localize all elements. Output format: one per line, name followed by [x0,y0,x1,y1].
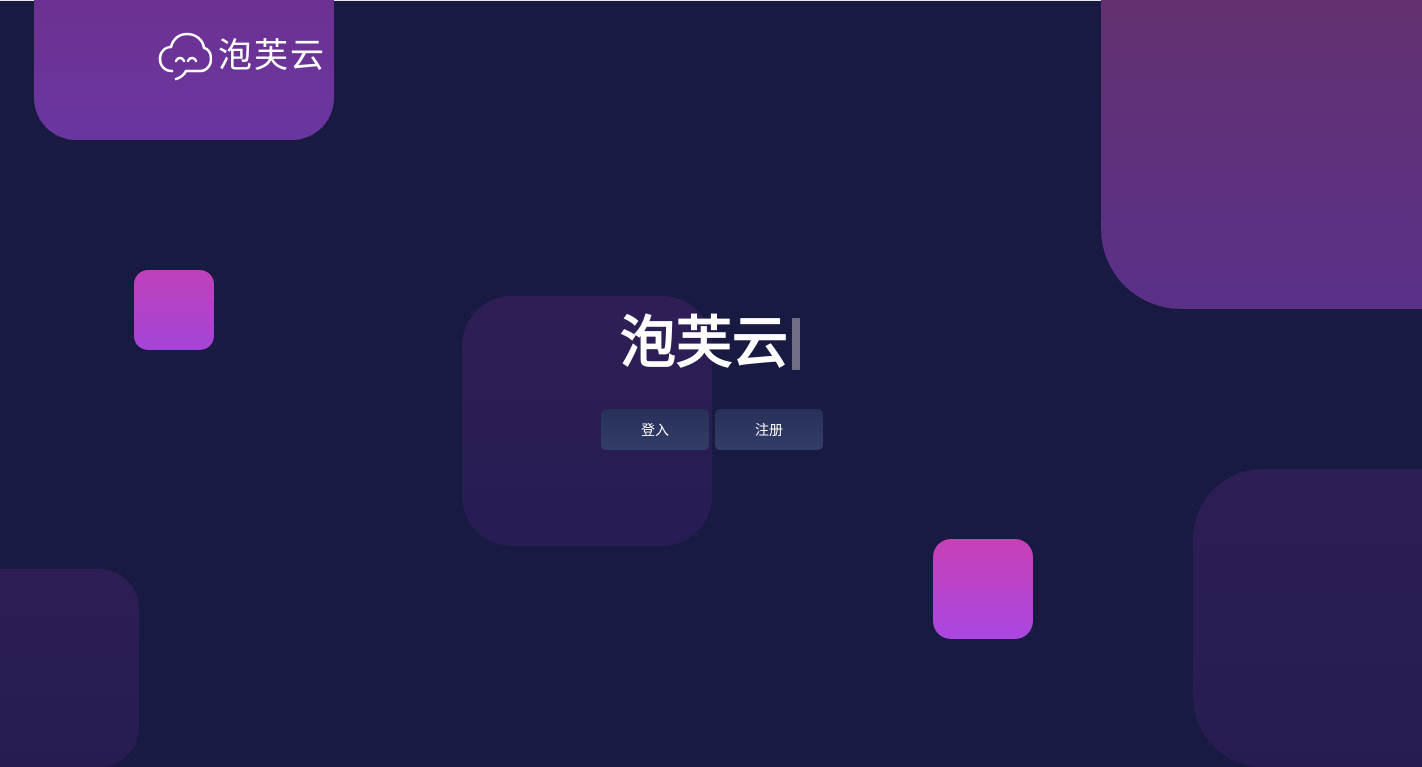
login-button[interactable]: 登入 [601,409,709,450]
brand-name: 泡芙云 [218,36,326,76]
decor-square-left [134,270,214,350]
brand-logo[interactable]: 泡芙云 [158,31,326,81]
cloud-face-icon [158,31,212,81]
hero-title: 泡芙云 [620,312,800,376]
decor-shape-bottom-right [1193,469,1422,767]
register-button[interactable]: 注册 [715,409,823,450]
decor-shape-bottom-left [0,569,139,767]
decor-shape-top-right [1101,0,1422,309]
hero-title-text: 泡芙云 [620,311,788,376]
landing-page: 泡芙云 泡芙云 登入 注册 [0,0,1422,767]
typing-cursor [792,318,800,370]
decor-square-bottom [933,539,1033,639]
